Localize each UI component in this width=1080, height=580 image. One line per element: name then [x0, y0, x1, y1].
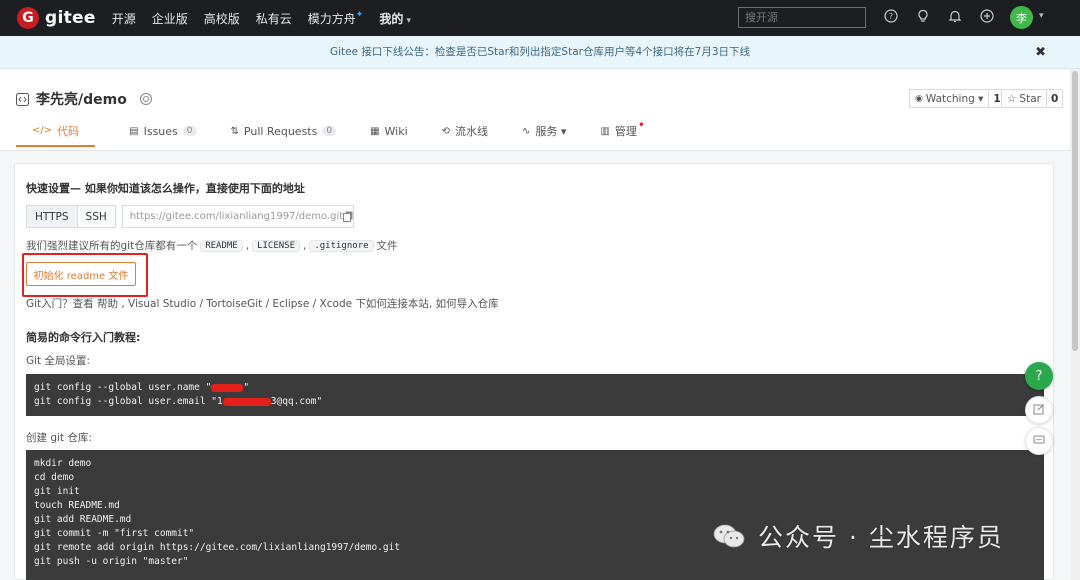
chevron-down-icon[interactable]: ▾ [1039, 11, 1044, 21]
code-line: git push -u origin "master" [34, 556, 189, 567]
admin-icon: ▥ [600, 125, 610, 137]
close-icon[interactable]: ✖ [1035, 36, 1046, 69]
https-button[interactable]: HTTPS [26, 205, 78, 228]
tab-services-label: 服务 ▾ [535, 125, 567, 138]
watermark: 公众号 · 尘水程序员 [712, 518, 1004, 554]
redacted-mark [211, 383, 244, 392]
clone-url-text: https://gitee.com/lixianliang1997/demo.g… [129, 211, 344, 222]
scrollbar[interactable] [1070, 69, 1080, 580]
global-config-code: git config --global user.name " " git con… [26, 374, 1044, 416]
nav-moli[interactable]: 模力方舟 [308, 10, 364, 27]
tab-code[interactable]: </> 代码 [16, 116, 96, 147]
star-count[interactable]: 0 [1046, 89, 1064, 108]
tab-pull-requests[interactable]: ⇅ Pull Requests 0 [231, 120, 337, 142]
license-pill: LICENSE [252, 239, 300, 252]
lightbulb-icon[interactable] [916, 9, 930, 23]
tab-wiki[interactable]: ▦ Wiki [370, 120, 408, 142]
star-icon: ☆ [1007, 92, 1017, 105]
pipeline-icon: ⟲ [441, 125, 451, 137]
nav-private-cloud[interactable]: 私有云 [256, 10, 292, 27]
create-repo-label: 创建 git 仓库: [26, 432, 92, 444]
scrollbar-thumb[interactable] [1072, 71, 1078, 351]
chat-float-button[interactable] [1025, 427, 1053, 455]
feedback-float-button[interactable] [1025, 396, 1053, 424]
star-button[interactable]: ☆ Star [1001, 89, 1047, 108]
repo-icon [16, 92, 29, 106]
watch-label: Watching ▾ [925, 92, 984, 105]
avatar[interactable]: 李 [1010, 6, 1033, 29]
suggest-prefix: 我们强烈建议所有的git仓库都有一个 [26, 240, 198, 252]
tab-issues[interactable]: ▤ Issues 0 [129, 120, 197, 142]
pull-request-icon: ⇅ [230, 125, 239, 137]
watch-button[interactable]: ◉ Watching ▾ [909, 89, 990, 108]
readme-pill: README [200, 239, 243, 252]
tab-admin-label: 管理 [614, 125, 637, 138]
nav-education[interactable]: 高校版 [204, 10, 240, 27]
tab-issues-label: Issues [143, 124, 178, 138]
gitee-logo-icon: G [17, 7, 39, 29]
announcement-banner: Gitee 接口下线公告：检查是否已Star和列出指定Star仓库用户等4个接口… [0, 36, 1080, 69]
global-setup-label: Git 全局设置: [26, 355, 91, 367]
code-icon: </> [32, 125, 53, 136]
wechat-icon [712, 522, 746, 550]
redacted-mark [222, 397, 271, 406]
nav-enterprise[interactable]: 企业版 [152, 10, 188, 27]
nav-open-source[interactable]: 开源 [112, 10, 136, 27]
star-label: Star [1019, 92, 1041, 105]
tab-wiki-label: Wiki [384, 124, 408, 138]
gitignore-pill: .gitignore [309, 239, 374, 252]
pr-count: 0 [322, 126, 337, 136]
plus-circle-icon[interactable] [980, 9, 994, 23]
suggest-suffix: 文件 [376, 240, 398, 252]
code-line: git config --global user.name " " [34, 382, 250, 393]
tab-pipeline-label: 流水线 [455, 125, 489, 138]
edit-icon [1033, 403, 1045, 418]
create-repo-code: mkdir demo cd demo git init touch README… [26, 450, 1044, 580]
tab-code-label: 代码 [57, 124, 80, 138]
gvp-badge-icon [139, 92, 153, 106]
eye-icon: ◉ [915, 93, 923, 104]
init-readme-button[interactable]: 初始化 readme 文件 [26, 262, 136, 286]
git-help-text[interactable]: Git入门？查看 帮助 , Visual Studio / TortoiseGi… [26, 296, 499, 311]
gitee-logo-text: gitee [45, 8, 96, 28]
gitee-logo[interactable]: G gitee [17, 7, 96, 29]
page-title[interactable]: 李先亮/demo [36, 89, 127, 109]
tab-services[interactable]: ∿ 服务 ▾ [522, 120, 566, 142]
wiki-icon: ▦ [370, 125, 380, 137]
copy-icon[interactable] [343, 211, 353, 222]
code-line: git init [34, 486, 80, 497]
code-line: mkdir demo [34, 458, 92, 469]
clone-bar: HTTPS SSH https://gitee.com/lixianliang1… [26, 205, 354, 228]
services-icon: ∿ [522, 125, 531, 137]
readme-suggestion: 我们强烈建议所有的git仓库都有一个 README, LICENSE, .git… [26, 239, 398, 252]
nav-mine[interactable]: 我的 [379, 10, 411, 27]
top-navbar: G gitee 开源 企业版 高校版 私有云 模力方舟 我的 ? 李 ▾ [0, 0, 1080, 36]
question-circle-icon[interactable]: ? [884, 9, 898, 23]
announcement-text[interactable]: Gitee 接口下线公告：检查是否已Star和列出指定Star仓库用户等4个接口… [330, 46, 750, 58]
search-input[interactable] [738, 7, 866, 28]
issues-icon: ▤ [129, 125, 139, 137]
help-float-button[interactable]: ? [1025, 362, 1053, 390]
tab-pipeline[interactable]: ⟲ 流水线 [442, 120, 488, 142]
issues-count: 0 [182, 126, 197, 136]
tab-admin[interactable]: ▥ 管理 [600, 120, 644, 142]
tab-pr-label: Pull Requests [243, 124, 318, 138]
clone-url-field[interactable]: https://gitee.com/lixianliang1997/demo.g… [121, 205, 354, 228]
code-line: git config --global user.email "1 3@qq.co… [34, 396, 323, 407]
code-line: touch README.md [34, 500, 120, 511]
ssh-button[interactable]: SSH [77, 205, 116, 228]
chat-icon [1033, 434, 1045, 449]
quick-setup-title: 快速设置— 如果你知道该怎么操作，直接使用下面的地址 [26, 182, 305, 195]
svg-text:?: ? [889, 12, 893, 21]
code-line: cd demo [34, 472, 75, 483]
project-header: 李先亮/demo ◉ Watching ▾ 1 ☆ Star 0 </> 代码 … [0, 69, 1080, 151]
watermark-text: 公众号 · 尘水程序员 [758, 523, 1004, 552]
tutorial-title: 简易的命令行入门教程: [26, 331, 141, 344]
bell-icon[interactable] [948, 9, 962, 23]
